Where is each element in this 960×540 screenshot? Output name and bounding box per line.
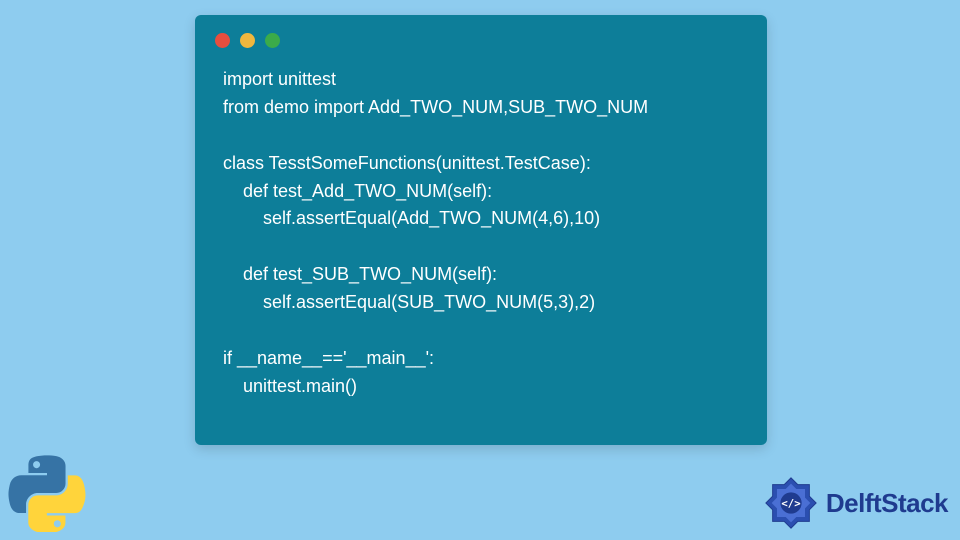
code-block: import unittest from demo import Add_TWO…: [195, 58, 767, 421]
code-line: unittest.main(): [223, 376, 357, 396]
svg-text:</>: </>: [781, 497, 800, 510]
code-line: import unittest: [223, 69, 336, 89]
code-line: from demo import Add_TWO_NUM,SUB_TWO_NUM: [223, 97, 648, 117]
code-line: self.assertEqual(Add_TWO_NUM(4,6),10): [223, 208, 600, 228]
code-window: import unittest from demo import Add_TWO…: [195, 15, 767, 445]
code-line: def test_SUB_TWO_NUM(self):: [223, 264, 497, 284]
code-line: class TesstSomeFunctions(unittest.TestCa…: [223, 153, 591, 173]
code-line: def test_Add_TWO_NUM(self):: [223, 181, 492, 201]
window-controls: [195, 15, 767, 58]
delftstack-logo: </> DelftStack: [762, 474, 948, 532]
delftstack-text: DelftStack: [826, 488, 948, 519]
minimize-icon: [240, 33, 255, 48]
close-icon: [215, 33, 230, 48]
delftstack-badge-icon: </>: [762, 474, 820, 532]
python-logo-icon: [8, 454, 86, 532]
code-line: if __name__=='__main__':: [223, 348, 434, 368]
code-line: self.assertEqual(SUB_TWO_NUM(5,3),2): [223, 292, 595, 312]
maximize-icon: [265, 33, 280, 48]
